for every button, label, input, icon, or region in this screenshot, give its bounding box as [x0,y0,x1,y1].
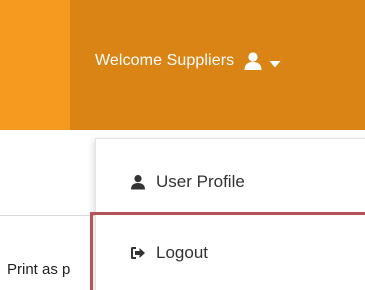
sign-out-icon [130,245,146,261]
menu-item-logout[interactable]: Logout [96,233,365,273]
navbar-brand-area [0,0,70,130]
welcome-text: Welcome Suppliers [95,52,235,69]
print-link-text[interactable]: Print as p [7,261,70,278]
caret-down-icon [269,56,281,68]
user-dropdown-menu: User Profile Logout [95,138,365,290]
user-menu-toggle[interactable]: Welcome Suppliers [95,46,281,76]
menu-item-label: Logout [156,243,208,262]
user-icon [243,51,263,71]
divider [0,215,95,216]
user-icon [130,174,146,190]
menu-item-label: User Profile [156,172,245,191]
menu-item-user-profile[interactable]: User Profile [96,162,365,202]
top-navbar: Welcome Suppliers [0,0,365,130]
page: Welcome Suppliers Print as p User Profil… [0,0,365,290]
